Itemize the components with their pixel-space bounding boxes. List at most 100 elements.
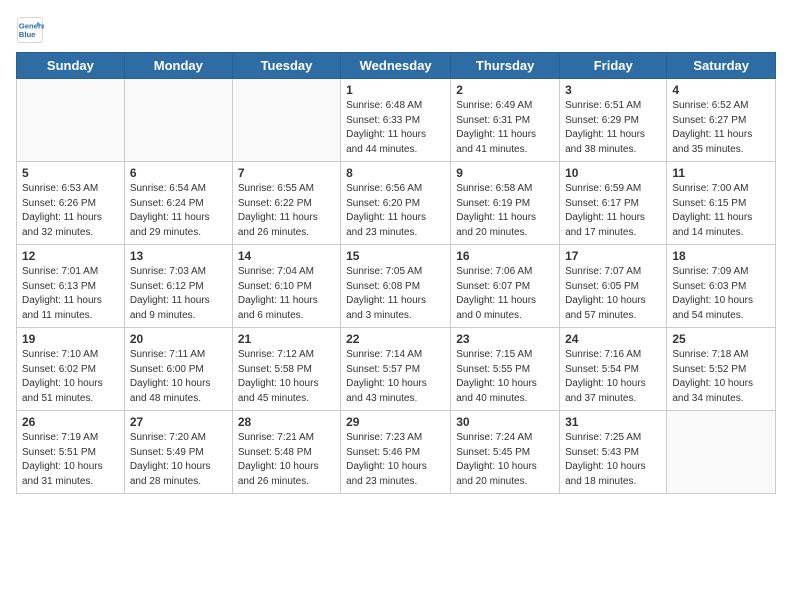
calendar-cell: 6 Sunrise: 6:54 AM Sunset: 6:24 PM Daylig… — [124, 162, 232, 245]
day-info: Sunrise: 7:12 AM Sunset: 5:58 PM Dayligh… — [238, 348, 335, 406]
calendar-cell: 27Sunrise: 7:20 AM Sunset: 5:49 PM Dayli… — [124, 411, 232, 494]
weekday-header-tuesday: Tuesday — [232, 53, 340, 79]
day-number: 16 — [456, 249, 554, 263]
weekday-header-monday: Monday — [124, 53, 232, 79]
day-info: Sunrise: 7:07 AM Sunset: 6:05 PM Dayligh… — [565, 265, 661, 323]
calendar-cell: 15 Sunrise: 7:05 AM Sunset: 6:08 PM Dayli… — [341, 245, 451, 328]
header: General Blue — [16, 16, 776, 44]
day-info: Sunrise: 7:15 AM Sunset: 5:55 PM Dayligh… — [456, 348, 554, 406]
day-number: 5 — [22, 166, 119, 180]
week-row-1: 1 Sunrise: 6:48 AM Sunset: 6:33 PM Daylig… — [17, 79, 776, 162]
day-number: 27 — [130, 415, 227, 429]
day-number: 13 — [130, 249, 227, 263]
day-info: Sunrise: 6:49 AM Sunset: 6:31 PM Dayligh… — [456, 99, 554, 157]
logo: General Blue — [16, 16, 48, 44]
day-number: 29 — [346, 415, 445, 429]
calendar-cell: 20Sunrise: 7:11 AM Sunset: 6:00 PM Dayli… — [124, 328, 232, 411]
day-number: 7 — [238, 166, 335, 180]
day-number: 14 — [238, 249, 335, 263]
calendar-cell — [124, 79, 232, 162]
day-info: Sunrise: 7:24 AM Sunset: 5:45 PM Dayligh… — [456, 431, 554, 489]
calendar-cell: 24 Sunrise: 7:16 AM Sunset: 5:54 PM Dayli… — [560, 328, 667, 411]
day-number: 10 — [565, 166, 661, 180]
day-number: 4 — [672, 83, 770, 97]
day-number: 9 — [456, 166, 554, 180]
day-number: 19 — [22, 332, 119, 346]
weekday-header-thursday: Thursday — [451, 53, 560, 79]
calendar-cell: 11 Sunrise: 7:00 AM Sunset: 6:15 PM Dayli… — [667, 162, 776, 245]
day-number: 15 — [346, 249, 445, 263]
calendar-cell: 29Sunrise: 7:23 AM Sunset: 5:46 PM Dayli… — [341, 411, 451, 494]
calendar-cell: 12Sunrise: 7:01 AM Sunset: 6:13 PM Dayli… — [17, 245, 125, 328]
week-row-5: 26Sunrise: 7:19 AM Sunset: 5:51 PM Dayli… — [17, 411, 776, 494]
calendar: SundayMondayTuesdayWednesdayThursdayFrid… — [16, 52, 776, 494]
calendar-cell: 4 Sunrise: 6:52 AM Sunset: 6:27 PM Daylig… — [667, 79, 776, 162]
day-number: 30 — [456, 415, 554, 429]
week-row-3: 12Sunrise: 7:01 AM Sunset: 6:13 PM Dayli… — [17, 245, 776, 328]
calendar-cell — [667, 411, 776, 494]
calendar-cell: 18Sunrise: 7:09 AM Sunset: 6:03 PM Dayli… — [667, 245, 776, 328]
day-number: 8 — [346, 166, 445, 180]
day-info: Sunrise: 7:10 AM Sunset: 6:02 PM Dayligh… — [22, 348, 119, 406]
calendar-cell: 28 Sunrise: 7:21 AM Sunset: 5:48 PM Dayli… — [232, 411, 340, 494]
day-info: Sunrise: 7:06 AM Sunset: 6:07 PM Dayligh… — [456, 265, 554, 323]
day-number: 31 — [565, 415, 661, 429]
page-container: General Blue SundayMondayTuesdayWednesda… — [0, 0, 792, 502]
day-info: Sunrise: 7:25 AM Sunset: 5:43 PM Dayligh… — [565, 431, 661, 489]
calendar-cell: 16 Sunrise: 7:06 AM Sunset: 6:07 PM Dayli… — [451, 245, 560, 328]
week-row-4: 19 Sunrise: 7:10 AM Sunset: 6:02 PM Dayli… — [17, 328, 776, 411]
calendar-cell: 10 Sunrise: 6:59 AM Sunset: 6:17 PM Dayli… — [560, 162, 667, 245]
day-info: Sunrise: 7:03 AM Sunset: 6:12 PM Dayligh… — [130, 265, 227, 323]
day-info: Sunrise: 7:01 AM Sunset: 6:13 PM Dayligh… — [22, 265, 119, 323]
calendar-cell — [17, 79, 125, 162]
day-number: 28 — [238, 415, 335, 429]
calendar-cell: 22 Sunrise: 7:14 AM Sunset: 5:57 PM Dayli… — [341, 328, 451, 411]
day-number: 11 — [672, 166, 770, 180]
svg-text:Blue: Blue — [19, 30, 36, 39]
day-info: Sunrise: 7:21 AM Sunset: 5:48 PM Dayligh… — [238, 431, 335, 489]
day-info: Sunrise: 6:52 AM Sunset: 6:27 PM Dayligh… — [672, 99, 770, 157]
day-number: 3 — [565, 83, 661, 97]
day-number: 21 — [238, 332, 335, 346]
day-info: Sunrise: 7:16 AM Sunset: 5:54 PM Dayligh… — [565, 348, 661, 406]
day-info: Sunrise: 6:59 AM Sunset: 6:17 PM Dayligh… — [565, 182, 661, 240]
day-info: Sunrise: 6:51 AM Sunset: 6:29 PM Dayligh… — [565, 99, 661, 157]
week-row-2: 5 Sunrise: 6:53 AM Sunset: 6:26 PM Daylig… — [17, 162, 776, 245]
day-info: Sunrise: 6:53 AM Sunset: 6:26 PM Dayligh… — [22, 182, 119, 240]
calendar-cell: 1 Sunrise: 6:48 AM Sunset: 6:33 PM Daylig… — [341, 79, 451, 162]
day-number: 17 — [565, 249, 661, 263]
day-number: 6 — [130, 166, 227, 180]
day-info: Sunrise: 7:00 AM Sunset: 6:15 PM Dayligh… — [672, 182, 770, 240]
calendar-cell: 14 Sunrise: 7:04 AM Sunset: 6:10 PM Dayli… — [232, 245, 340, 328]
day-number: 24 — [565, 332, 661, 346]
calendar-cell: 26Sunrise: 7:19 AM Sunset: 5:51 PM Dayli… — [17, 411, 125, 494]
day-number: 18 — [672, 249, 770, 263]
weekday-header-sunday: Sunday — [17, 53, 125, 79]
day-number: 1 — [346, 83, 445, 97]
calendar-cell: 13 Sunrise: 7:03 AM Sunset: 6:12 PM Dayli… — [124, 245, 232, 328]
weekday-header-friday: Friday — [560, 53, 667, 79]
calendar-cell: 7 Sunrise: 6:55 AM Sunset: 6:22 PM Daylig… — [232, 162, 340, 245]
calendar-cell: 21 Sunrise: 7:12 AM Sunset: 5:58 PM Dayli… — [232, 328, 340, 411]
calendar-cell: 31 Sunrise: 7:25 AM Sunset: 5:43 PM Dayli… — [560, 411, 667, 494]
day-number: 2 — [456, 83, 554, 97]
logo-icon: General Blue — [16, 16, 44, 44]
weekday-header-saturday: Saturday — [667, 53, 776, 79]
calendar-cell — [232, 79, 340, 162]
day-info: Sunrise: 7:14 AM Sunset: 5:57 PM Dayligh… — [346, 348, 445, 406]
day-info: Sunrise: 7:18 AM Sunset: 5:52 PM Dayligh… — [672, 348, 770, 406]
day-info: Sunrise: 7:05 AM Sunset: 6:08 PM Dayligh… — [346, 265, 445, 323]
day-info: Sunrise: 6:58 AM Sunset: 6:19 PM Dayligh… — [456, 182, 554, 240]
day-info: Sunrise: 6:54 AM Sunset: 6:24 PM Dayligh… — [130, 182, 227, 240]
day-info: Sunrise: 6:48 AM Sunset: 6:33 PM Dayligh… — [346, 99, 445, 157]
day-info: Sunrise: 6:56 AM Sunset: 6:20 PM Dayligh… — [346, 182, 445, 240]
day-info: Sunrise: 6:55 AM Sunset: 6:22 PM Dayligh… — [238, 182, 335, 240]
calendar-cell: 23 Sunrise: 7:15 AM Sunset: 5:55 PM Dayli… — [451, 328, 560, 411]
weekday-header-row: SundayMondayTuesdayWednesdayThursdayFrid… — [17, 53, 776, 79]
day-number: 22 — [346, 332, 445, 346]
weekday-header-wednesday: Wednesday — [341, 53, 451, 79]
day-number: 23 — [456, 332, 554, 346]
day-info: Sunrise: 7:04 AM Sunset: 6:10 PM Dayligh… — [238, 265, 335, 323]
calendar-cell: 2 Sunrise: 6:49 AM Sunset: 6:31 PM Daylig… — [451, 79, 560, 162]
calendar-cell: 19 Sunrise: 7:10 AM Sunset: 6:02 PM Dayli… — [17, 328, 125, 411]
